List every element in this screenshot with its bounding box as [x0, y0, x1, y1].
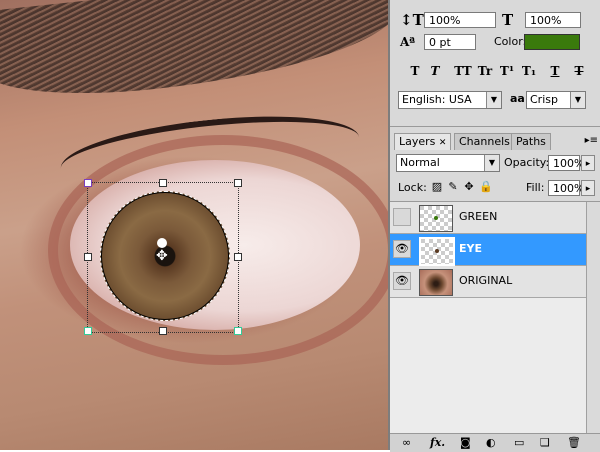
anti-alias-value: Crisp — [530, 93, 558, 106]
small-caps-button[interactable]: Tr — [476, 63, 494, 79]
layer-row-green[interactable]: GREEN — [390, 202, 586, 234]
transform-bounding-box[interactable] — [87, 182, 239, 333]
panel-tabs: Layers ✕ Channels Paths — [390, 133, 600, 151]
baseline-shift-field[interactable]: 0 pt — [424, 34, 476, 50]
strikethrough-button[interactable]: T — [570, 63, 588, 79]
anti-alias-icon: aa — [510, 92, 525, 105]
superscript-button[interactable]: T¹ — [498, 63, 516, 79]
layer-name: ORIGINAL — [459, 274, 513, 287]
layers-bottom-bar: ∞ fx. ◙ ◐ ▭ ❑ 🗑 — [390, 433, 600, 452]
mask-icon[interactable]: ◙ — [460, 436, 471, 450]
all-caps-button[interactable]: TT — [452, 63, 474, 79]
transform-handle-top-left[interactable] — [84, 179, 92, 187]
faux-bold-button[interactable]: T — [406, 63, 424, 79]
new-layer-icon[interactable]: ❑ — [540, 436, 550, 450]
link-icon[interactable]: ∞ — [402, 436, 411, 450]
subscript-button[interactable]: T₁ — [520, 63, 538, 79]
faux-italic-button[interactable]: T — [426, 63, 444, 79]
transform-handle-bottom[interactable] — [159, 327, 167, 335]
anti-alias-select[interactable]: Crisp ▼ — [526, 91, 586, 109]
eyebrow-region — [0, 0, 388, 107]
fx-icon[interactable]: fx. — [430, 436, 445, 450]
trash-icon[interactable]: 🗑 — [567, 436, 581, 450]
lock-all-icon[interactable]: 🔒 — [479, 181, 493, 193]
chevron-down-icon[interactable]: ▼ — [484, 155, 499, 171]
chevron-down-icon[interactable]: ▼ — [570, 92, 585, 108]
blend-mode-select[interactable]: Normal ▼ — [396, 154, 500, 172]
vertical-scale-field[interactable]: 100% — [424, 12, 496, 28]
layer-row-eye[interactable]: 👁 EYE — [390, 234, 586, 266]
tab-channels[interactable]: Channels — [454, 133, 515, 150]
language-value: English: USA — [402, 93, 472, 106]
group-icon[interactable]: ▭ — [514, 436, 524, 450]
layer-thumbnail — [419, 269, 453, 296]
layer-thumbnail — [419, 237, 455, 266]
opacity-slider-button[interactable]: ▸ — [581, 155, 595, 171]
visibility-toggle-off[interactable] — [393, 208, 411, 226]
eye-icon[interactable]: 👁 — [393, 272, 411, 290]
color-label: Color: — [494, 35, 527, 48]
lock-image-icon[interactable]: ✎ — [447, 181, 459, 193]
layer-name: EYE — [459, 242, 482, 255]
blend-row: Normal ▼ Opacity: 100% ▸ — [390, 154, 600, 174]
eye-icon[interactable]: 👁 — [393, 240, 411, 258]
layer-name: GREEN — [459, 210, 498, 223]
underline-button[interactable]: T — [546, 63, 564, 79]
layers-panel: Layers ✕ Channels Paths ▸≡ Normal ▼ Opac… — [390, 126, 600, 452]
transform-handle-bottom-left[interactable] — [84, 327, 92, 335]
close-icon[interactable]: ✕ — [439, 138, 447, 148]
transform-handle-top[interactable] — [159, 179, 167, 187]
tab-layers-label: Layers — [399, 135, 436, 148]
layer-scrollbar[interactable] — [586, 202, 600, 442]
adjustment-icon[interactable]: ◐ — [486, 436, 496, 450]
opacity-field[interactable]: 100% — [548, 155, 584, 171]
transform-handle-left[interactable] — [84, 253, 92, 261]
transform-handle-top-right[interactable] — [234, 179, 242, 187]
lock-row: Lock: ▨ ✎ ✥ 🔒 Fill: 100% ▸ — [390, 179, 600, 199]
blend-mode-value: Normal — [400, 156, 440, 169]
tab-layers[interactable]: Layers ✕ — [394, 133, 452, 150]
layer-row-original[interactable]: 👁 ORIGINAL — [390, 266, 586, 298]
chevron-down-icon[interactable]: ▼ — [486, 92, 501, 108]
document-canvas[interactable]: ✥ — [0, 0, 388, 450]
fill-label: Fill: — [526, 181, 545, 194]
opacity-label: Opacity: — [504, 156, 550, 169]
lock-transparency-icon[interactable]: ▨ — [431, 181, 443, 193]
text-color-swatch[interactable] — [524, 34, 580, 50]
transform-handle-right[interactable] — [234, 253, 242, 261]
layer-thumbnail — [419, 205, 453, 232]
fill-slider-button[interactable]: ▸ — [581, 180, 595, 196]
baseline-shift-icon: Aª — [400, 35, 416, 49]
panel-menu-icon[interactable]: ▸≡ — [585, 135, 598, 146]
vertical-scale-icon: ↕T — [400, 11, 424, 29]
lock-position-icon[interactable]: ✥ — [463, 181, 475, 193]
fill-field[interactable]: 100% — [548, 180, 584, 196]
lock-label: Lock: — [398, 181, 427, 194]
language-select[interactable]: English: USA ▼ — [398, 91, 502, 109]
character-panel: ↕T 100% T 100% Aª 0 pt Color: T T TT Tr … — [390, 0, 600, 118]
tab-paths[interactable]: Paths — [511, 133, 551, 150]
horizontal-scale-icon: T — [502, 11, 514, 29]
layer-list: GREEN 👁 EYE 👁 ORIGINAL — [390, 201, 600, 442]
horizontal-scale-field[interactable]: 100% — [525, 12, 581, 28]
transform-handle-bottom-right[interactable] — [234, 327, 242, 335]
